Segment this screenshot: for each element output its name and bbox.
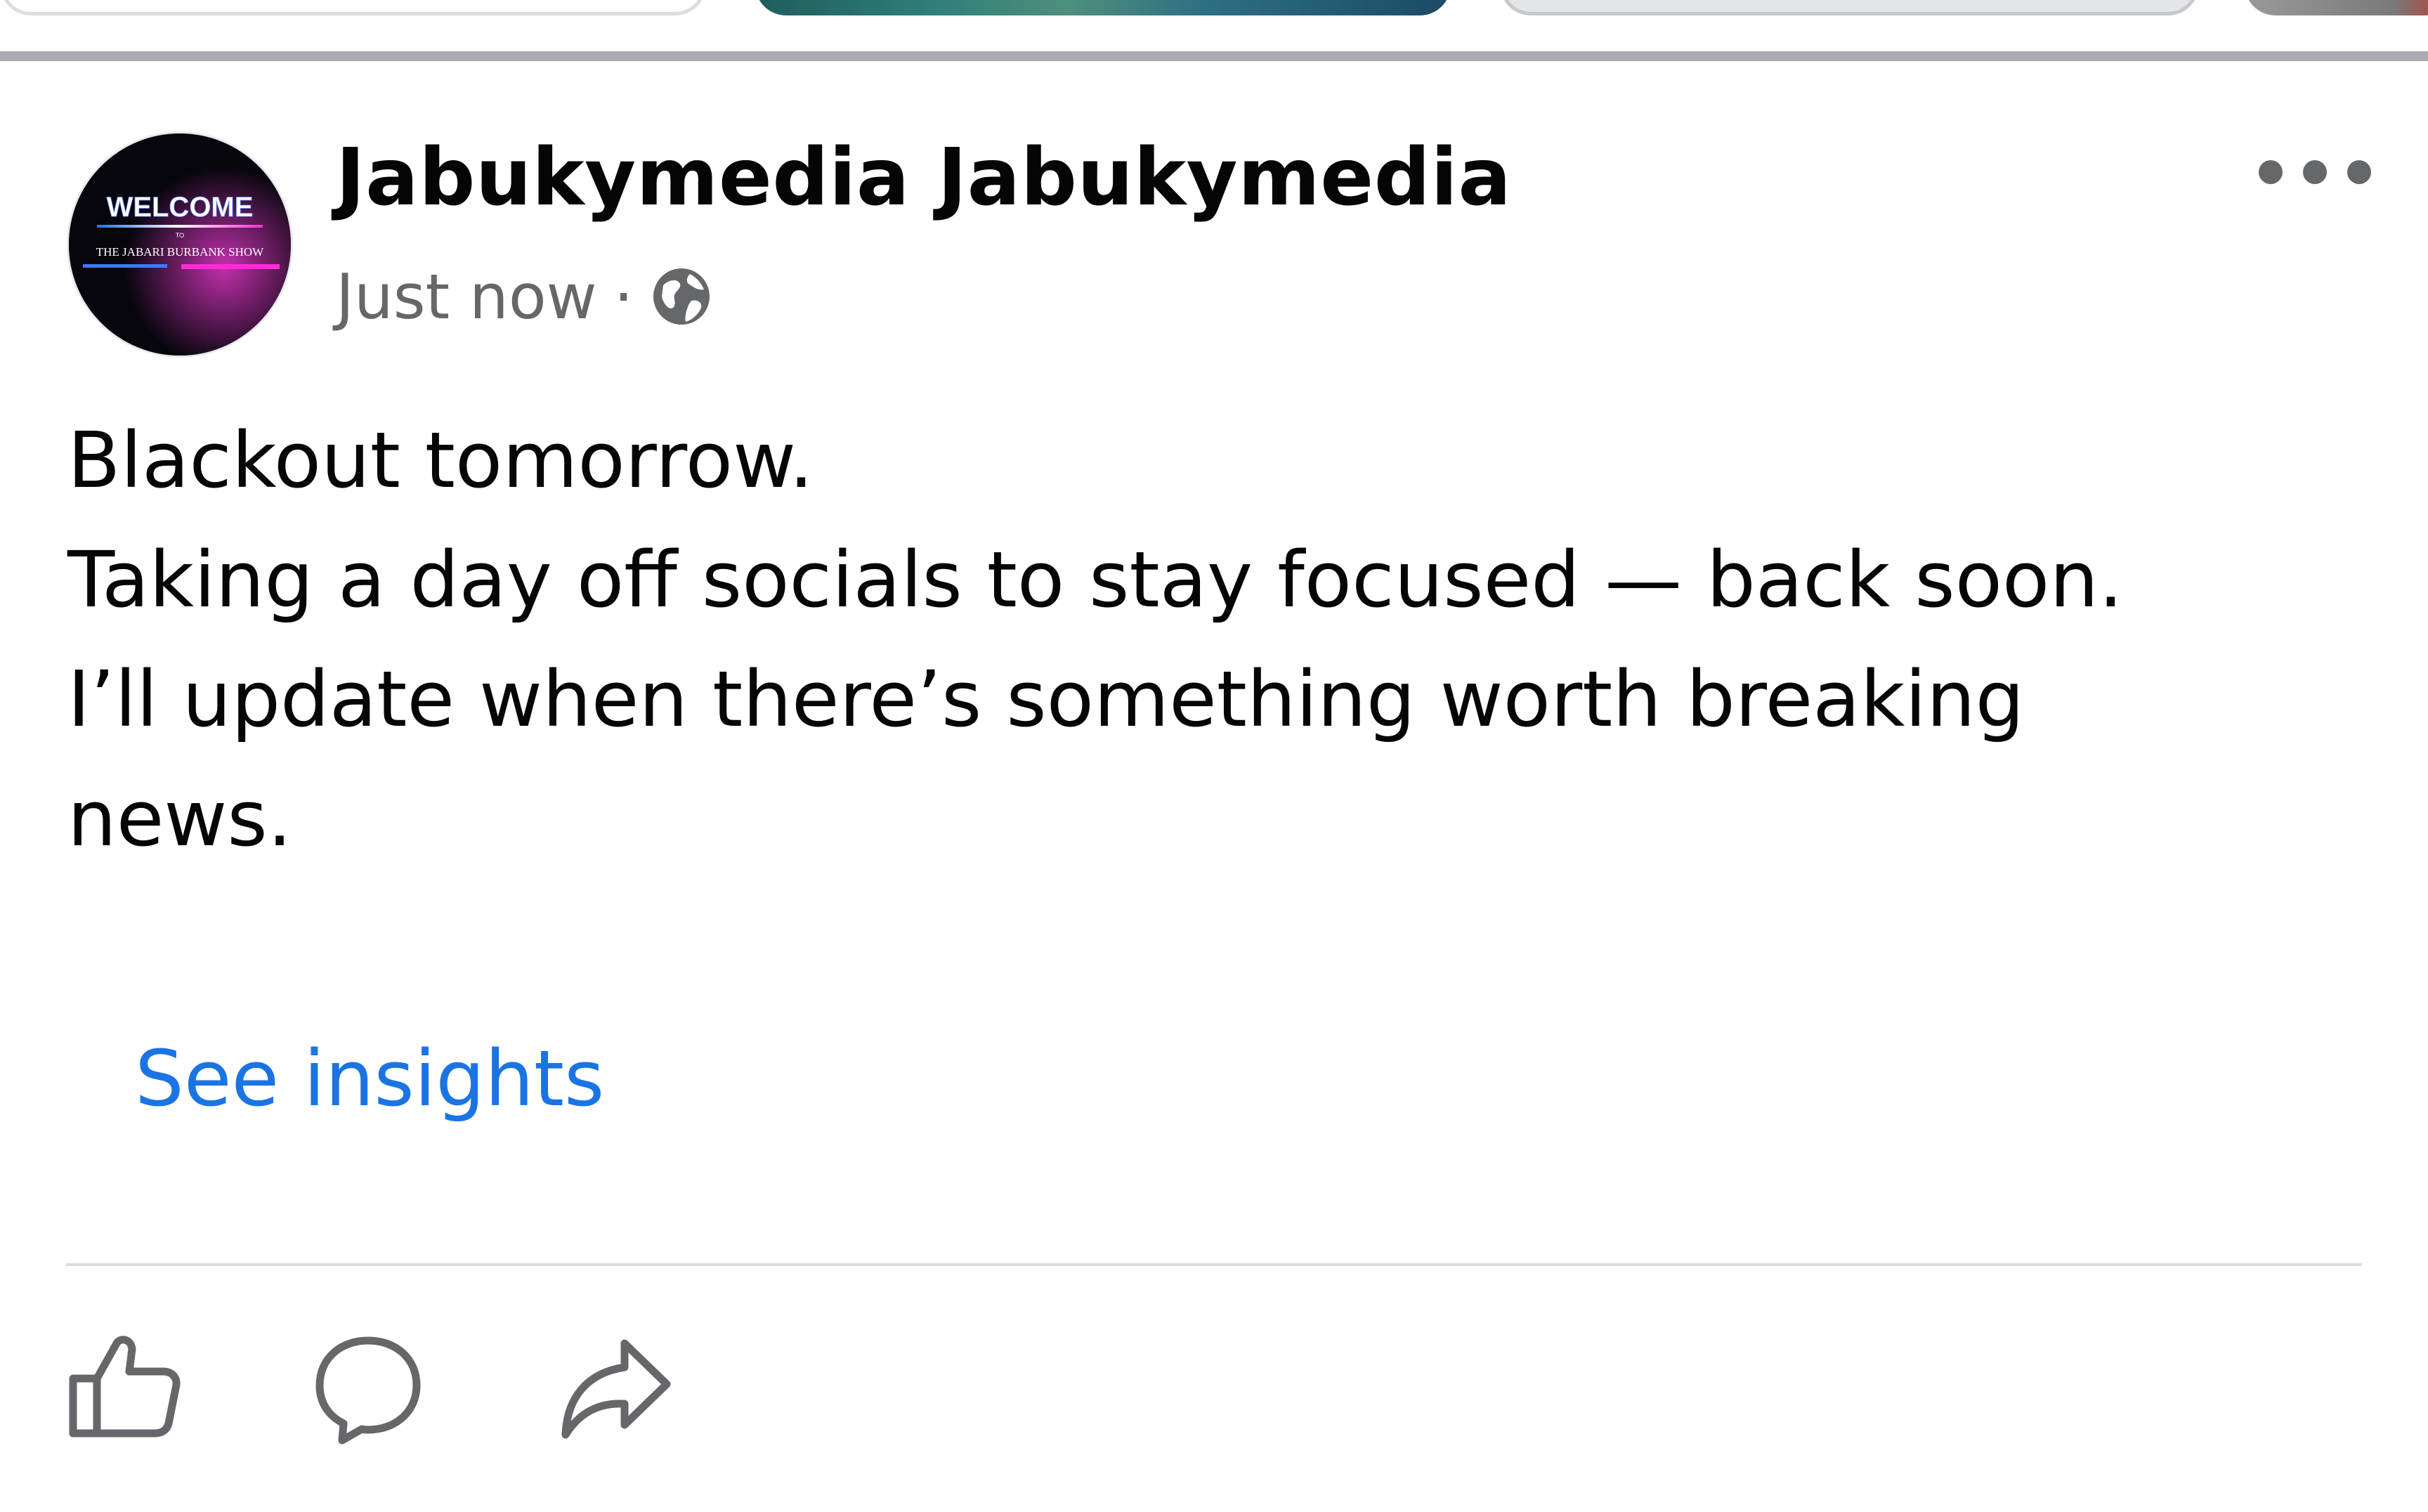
comment-icon bbox=[315, 1336, 421, 1445]
stories-strip bbox=[0, 0, 2428, 53]
like-icon bbox=[69, 1336, 181, 1438]
share-icon bbox=[561, 1339, 671, 1439]
post-actions-divider bbox=[66, 1263, 2362, 1266]
story-card[interactable] bbox=[2245, 0, 2428, 15]
author-name[interactable]: Jabukymedia Jabukymedia bbox=[336, 125, 1511, 230]
feed-divider bbox=[0, 51, 2428, 61]
more-horizontal-icon[interactable] bbox=[2259, 148, 2371, 197]
globe-icon[interactable] bbox=[649, 264, 714, 329]
share-button[interactable] bbox=[554, 1328, 674, 1447]
post-timestamp[interactable]: Just now bbox=[336, 261, 597, 333]
avatar-text-welcome: WELCOME bbox=[107, 192, 254, 223]
post-body-line: I’ll update when there’s something worth… bbox=[67, 654, 2025, 744]
dot bbox=[2303, 160, 2327, 184]
post-meta: Just now · bbox=[336, 254, 714, 339]
dot bbox=[2259, 160, 2283, 184]
meta-separator: · bbox=[613, 260, 634, 333]
see-insights-link[interactable]: See insights bbox=[135, 1026, 604, 1131]
story-card[interactable] bbox=[755, 0, 1451, 15]
avatar-text-show: THE JABARI BURBANK SHOW bbox=[96, 245, 264, 259]
post-body-line: Blackout tomorrow. bbox=[67, 415, 814, 505]
story-card[interactable] bbox=[1500, 0, 2199, 15]
dot bbox=[2347, 160, 2371, 184]
story-card[interactable] bbox=[0, 0, 706, 15]
avatar-image: WELCOME TO THE JABARI BURBANK SHOW bbox=[69, 133, 291, 356]
post-body: Blackout tomorrow. Taking a day off soci… bbox=[67, 400, 2358, 878]
post-body-line: Taking a day off socials to stay focused… bbox=[67, 535, 2124, 625]
like-button[interactable] bbox=[66, 1328, 185, 1447]
avatar-text-to: TO bbox=[176, 232, 184, 239]
author-avatar[interactable]: WELCOME TO THE JABARI BURBANK SHOW bbox=[69, 133, 291, 356]
post-body-line: news. bbox=[67, 774, 292, 863]
comment-button[interactable] bbox=[308, 1328, 428, 1447]
